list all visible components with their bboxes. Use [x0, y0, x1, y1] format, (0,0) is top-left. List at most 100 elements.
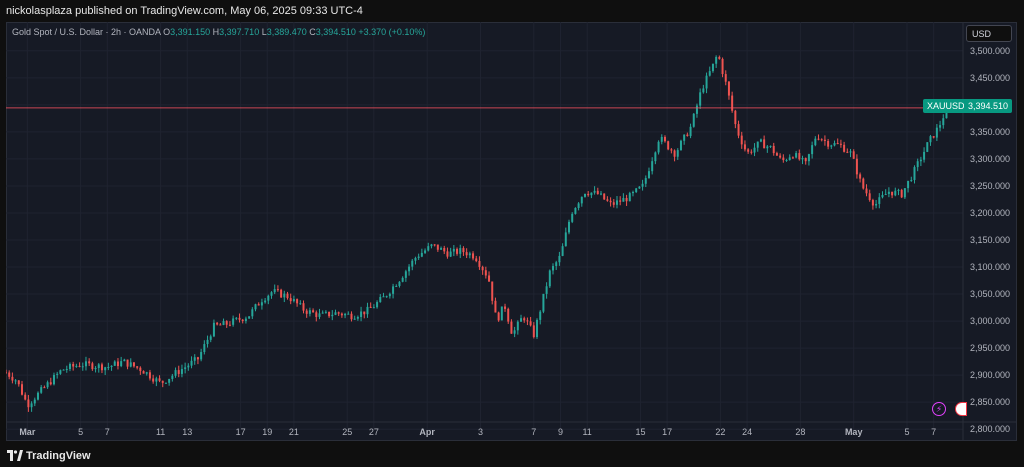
candle-body [766, 146, 769, 149]
candle-body [644, 178, 647, 184]
candle-body [520, 318, 523, 322]
candle-body [510, 321, 513, 334]
x-tick-label: 7 [105, 427, 110, 437]
x-tick-label: 13 [182, 427, 192, 437]
x-tick-label: 5 [78, 427, 83, 437]
candle-body [939, 125, 942, 128]
candle-body [670, 149, 673, 151]
candle-body [84, 361, 87, 367]
candle-body [855, 158, 858, 175]
candle-body [97, 364, 100, 368]
candle-body [641, 183, 644, 187]
candle-body [849, 151, 852, 153]
candle-body [363, 311, 366, 315]
symbol-title: Gold Spot / U.S. Dollar · 2h · OANDA [12, 27, 161, 37]
candle-body [871, 200, 874, 206]
candle-body [43, 387, 46, 389]
candle-body [427, 246, 430, 251]
candle-body [417, 256, 420, 258]
candle-body [916, 161, 919, 168]
candle-body [232, 318, 235, 325]
candle-body [376, 302, 379, 308]
candle-body [168, 378, 171, 383]
candle-body [267, 295, 270, 301]
candle-body [337, 312, 340, 314]
candle-body [737, 124, 740, 136]
candle-body [353, 318, 356, 320]
candle-body [580, 196, 583, 204]
y-tick-label: 3,050.000 [970, 289, 1010, 299]
tradingview-logo-icon[interactable] [7, 450, 23, 461]
candle-body [507, 308, 510, 322]
candle-body [615, 200, 618, 205]
candle-body [424, 250, 427, 253]
candle-body [529, 321, 532, 326]
candle-body [292, 299, 295, 302]
candle-body [647, 171, 650, 179]
candle-body [120, 361, 123, 367]
candle-body [340, 313, 343, 316]
candle-body [481, 266, 484, 271]
candle-body [702, 88, 705, 93]
x-tick-label: 11 [156, 427, 165, 437]
candle-body [795, 153, 798, 158]
candle-body [638, 186, 641, 189]
candle-body [129, 362, 132, 367]
candle-body [177, 370, 180, 374]
candle-body [903, 188, 906, 198]
candle-body [571, 213, 574, 222]
candle-body [392, 286, 395, 294]
y-tick-label: 2,900.000 [970, 370, 1010, 380]
candle-body [200, 352, 203, 360]
candle-body [679, 140, 682, 151]
candle-body [740, 135, 743, 145]
candle-body [388, 293, 391, 297]
candle-body [270, 292, 273, 296]
candle-body [775, 153, 778, 156]
candle-body [881, 194, 884, 198]
candle-body [711, 63, 714, 72]
candle-body [606, 199, 609, 201]
tradingview-brand[interactable]: TradingView [26, 450, 91, 462]
candle-body [433, 244, 436, 246]
us-flag-icon[interactable] [955, 402, 967, 416]
candle-body [695, 105, 698, 114]
candle-body [257, 304, 260, 306]
currency-button[interactable]: USD [966, 25, 1012, 42]
lightning-icon[interactable]: ⚡ [932, 402, 946, 416]
candlestick-chart[interactable]: 2,800.000 2,850.000 2,900.000 2,950.000 3,00… [6, 22, 1017, 441]
change-value: +3.370 (+0.10%) [358, 27, 426, 37]
candle-body [324, 311, 327, 313]
candle-body [8, 372, 11, 377]
candle-body [587, 193, 590, 196]
candle-body [689, 126, 692, 137]
low-value: 3,389.470 [266, 27, 307, 37]
candle-body [289, 298, 292, 302]
candle-body [152, 378, 155, 382]
candle-body [779, 155, 782, 158]
candle-body [158, 378, 161, 381]
candle-body [356, 316, 359, 319]
candle-body [625, 197, 628, 202]
candle-body [59, 370, 62, 374]
candle-body [449, 251, 452, 257]
candle-body [673, 150, 676, 157]
candle-body [651, 161, 654, 172]
candle-body [27, 399, 30, 408]
candle-body [545, 286, 548, 294]
candle-body [820, 139, 823, 141]
candle-body [251, 309, 254, 317]
candle-body [868, 193, 871, 201]
candle-body [772, 145, 775, 154]
candle-body [312, 310, 315, 313]
candle-body [401, 277, 404, 282]
candle-body [910, 179, 913, 181]
x-tick-label: 28 [795, 427, 805, 437]
candle-body [724, 74, 727, 82]
candle-body [372, 307, 375, 309]
candle-body [817, 138, 820, 140]
candle-body [56, 373, 59, 375]
candle-body [750, 151, 753, 153]
x-tick-label: 17 [236, 427, 246, 437]
x-tick-label: 17 [662, 427, 672, 437]
